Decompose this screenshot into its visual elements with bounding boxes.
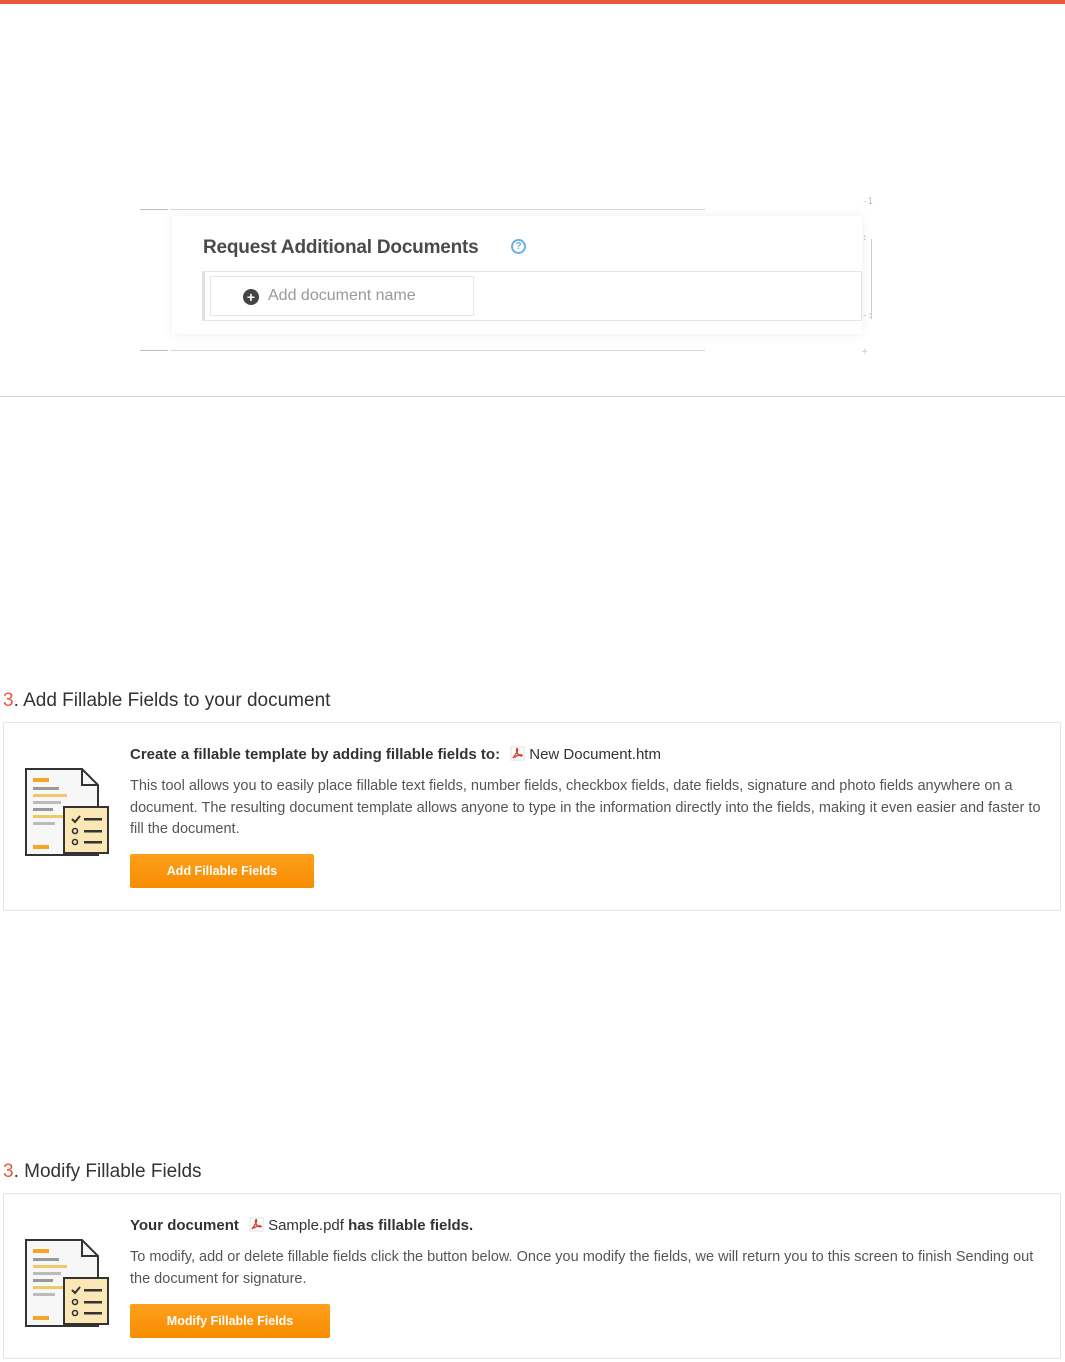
step-number: 3: [3, 1161, 14, 1182]
modify-fields-heading: 3. Modify Fillable Fields: [3, 1161, 202, 1183]
add-fields-heading: 3. Add Fillable Fields to your document: [3, 690, 330, 712]
modify-fields-heading-text: . Modify Fillable Fields: [13, 1161, 202, 1182]
plus-circle-icon[interactable]: +: [243, 289, 259, 305]
add-fields-title-text: Create a fillable template by adding fil…: [130, 746, 501, 763]
modify-fields-title-prefix: Your document: [130, 1217, 239, 1234]
question-circle-icon[interactable]: ?: [511, 239, 526, 254]
add-fields-file-name[interactable]: New Document.htm: [529, 746, 661, 763]
document-checklist-icon: [25, 1239, 109, 1327]
request-documents-title: Request Additional Documents: [203, 237, 479, 258]
modify-fields-file-name[interactable]: Sample.pdf: [268, 1217, 344, 1234]
pdf-file-icon: [510, 746, 525, 761]
add-fields-description: This tool allows you to easily place fil…: [130, 778, 1041, 837]
modify-fields-title: Your document Sample.pdf has fillable fi…: [130, 1217, 473, 1234]
modify-fields-description: To modify, add or delete fillable fields…: [130, 1249, 1034, 1287]
add-fields-heading-text: . Add Fillable Fields to your document: [13, 690, 331, 711]
modify-fillable-fields-button[interactable]: Modify Fillable Fields: [130, 1304, 330, 1338]
add-fields-title: Create a fillable template by adding fil…: [130, 746, 661, 763]
modify-fields-title-suffix: has fillable fields.: [348, 1217, 474, 1234]
add-document-label[interactable]: Add document name: [268, 287, 416, 305]
document-checklist-icon: [25, 768, 109, 856]
section-divider: [0, 396, 1065, 397]
pdf-file-icon: [249, 1217, 264, 1232]
step-number: 3: [3, 690, 14, 711]
add-fillable-fields-button[interactable]: Add Fillable Fields: [130, 854, 314, 888]
top-accent-bar: [0, 0, 1065, 4]
